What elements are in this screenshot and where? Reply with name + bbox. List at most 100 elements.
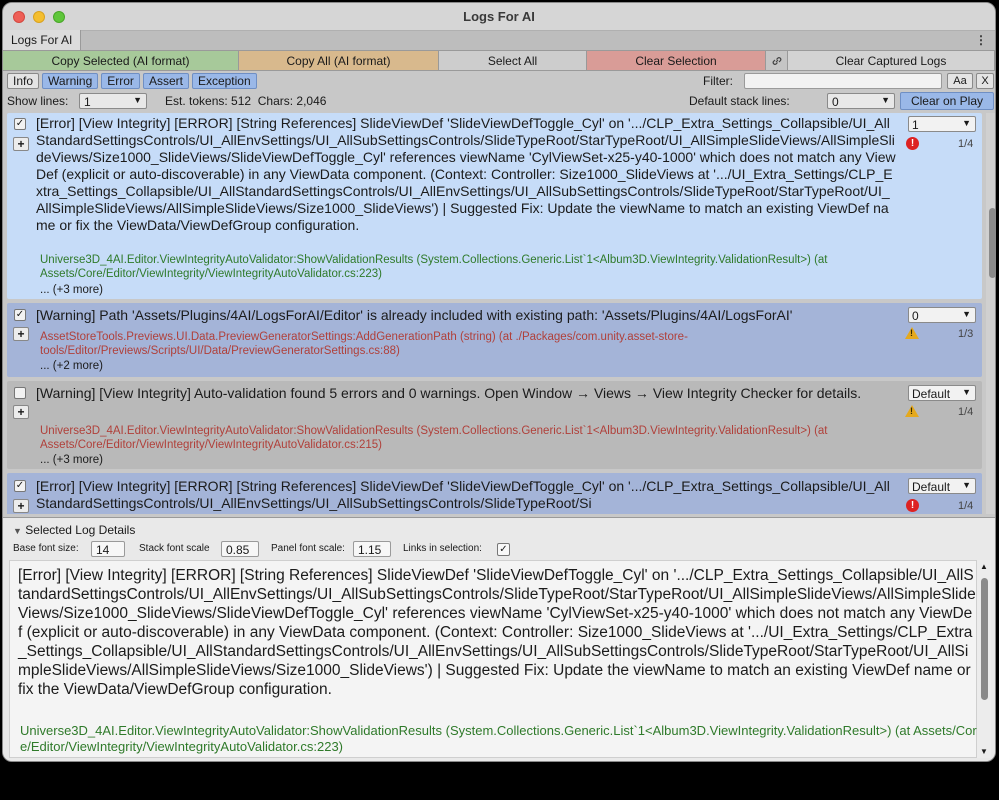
log-message: [Warning] [View Integrity] Auto-validati… bbox=[36, 385, 862, 401]
filter-exception-toggle[interactable]: Exception bbox=[191, 73, 257, 89]
window-controls bbox=[13, 11, 65, 23]
char-count: Chars: 2,046 bbox=[257, 94, 327, 108]
occurrence-count: 1/4 bbox=[958, 406, 974, 418]
clear-filter-button[interactable]: X bbox=[976, 73, 994, 89]
copy-all-button[interactable]: Copy All (AI format) bbox=[239, 51, 439, 70]
stack-lines-dropdown[interactable]: Default ▼ bbox=[908, 385, 976, 401]
chevron-down-icon: ▼ bbox=[133, 95, 142, 105]
stack-lines-value: 1 bbox=[912, 118, 919, 132]
filter-info-toggle[interactable]: Info bbox=[7, 73, 40, 89]
scroll-up-icon[interactable]: ▲ bbox=[980, 562, 988, 571]
stack-lines-value: Default bbox=[912, 480, 951, 494]
clear-on-play-toggle[interactable]: Clear on Play bbox=[900, 92, 994, 110]
filter-input[interactable] bbox=[744, 73, 942, 89]
log-stack-trace[interactable]: AssetStoreTools.Previews.UI.Data.Preview… bbox=[40, 330, 900, 358]
expand-button[interactable]: + bbox=[13, 405, 29, 419]
details-stack-trace[interactable]: Universe3D_4AI.Editor.ViewIntegrityAutoV… bbox=[20, 723, 978, 755]
triangle-down-icon: ▼ bbox=[13, 526, 22, 536]
stack-font-scale-field[interactable]: 0.85 bbox=[221, 541, 259, 557]
kebab-menu-icon[interactable]: ⋮ bbox=[975, 33, 987, 47]
scroll-down-icon[interactable]: ▼ bbox=[980, 747, 988, 756]
close-window-button[interactable] bbox=[13, 11, 25, 23]
warning-icon: ! bbox=[905, 405, 919, 417]
occurrence-count: 1/4 bbox=[958, 500, 974, 512]
scrollbar-thumb[interactable] bbox=[989, 208, 995, 278]
show-lines-dropdown[interactable]: 1 ▼ bbox=[79, 93, 147, 109]
expand-button[interactable]: + bbox=[13, 137, 29, 151]
chevron-down-icon: ▼ bbox=[962, 480, 971, 490]
tab-bar: Logs For AI ⋮ bbox=[3, 30, 995, 51]
log-stack-trace[interactable]: Universe3D_4AI.Editor.ViewIntegrityAutoV… bbox=[40, 424, 900, 452]
stack-font-scale-label: Stack font scale bbox=[139, 543, 210, 554]
log-entry[interactable]: ✓ + [Error] [View Integrity] [ERROR] [St… bbox=[7, 113, 982, 299]
log-message: [Error] [View Integrity] [ERROR] [String… bbox=[36, 115, 896, 233]
log-entry[interactable]: ✓ + [Error] [View Integrity] [ERROR] [St… bbox=[7, 473, 982, 514]
minimize-window-button[interactable] bbox=[33, 11, 45, 23]
error-icon: ! bbox=[906, 137, 919, 150]
filter-error-toggle[interactable]: Error bbox=[101, 73, 140, 89]
more-frames-link[interactable]: ... (+3 more) bbox=[40, 454, 103, 466]
log-select-checkbox[interactable]: ✓ bbox=[14, 118, 26, 130]
log-select-checkbox[interactable]: ✓ bbox=[14, 309, 26, 321]
occurrence-count: 1/4 bbox=[958, 138, 974, 150]
log-stack-trace[interactable]: Universe3D_4AI.Editor.ViewIntegrityAutoV… bbox=[40, 253, 900, 281]
filter-row: Info Warning Error Assert Exception Filt… bbox=[3, 71, 995, 91]
links-in-selection-checkbox[interactable]: ✓ bbox=[497, 543, 510, 556]
log-message: [Warning] Path 'Assets/Plugins/4AI/LogsF… bbox=[36, 307, 793, 323]
chevron-down-icon: ▼ bbox=[962, 387, 971, 397]
base-font-size-field[interactable]: 14 bbox=[91, 541, 125, 557]
details-scrollbar[interactable]: ▲ ▼ bbox=[977, 560, 991, 758]
error-icon: ! bbox=[906, 499, 919, 512]
panel-font-scale-field[interactable]: 1.15 bbox=[353, 541, 391, 557]
details-header: Selected Log Details bbox=[25, 523, 136, 537]
base-font-size-label: Base font size: bbox=[13, 543, 79, 554]
log-entry[interactable]: + [Warning] [View Integrity] Auto-valida… bbox=[7, 381, 982, 469]
copy-selected-button[interactable]: Copy Selected (AI format) bbox=[3, 51, 239, 70]
more-frames-link[interactable]: ... (+3 more) bbox=[40, 284, 103, 296]
more-frames-link[interactable]: ... (+2 more) bbox=[40, 360, 103, 372]
filter-assert-toggle[interactable]: Assert bbox=[142, 73, 189, 89]
default-stack-lines-label: Default stack lines: bbox=[689, 94, 790, 108]
stack-lines-value: Default bbox=[912, 387, 951, 401]
links-in-selection-label: Links in selection: bbox=[403, 543, 482, 554]
details-message[interactable]: [Error] [View Integrity] [ERROR] [String… bbox=[18, 566, 976, 699]
default-stack-lines-value: 0 bbox=[832, 95, 839, 109]
tab-logs-for-ai[interactable]: Logs For AI bbox=[3, 30, 82, 50]
link-icon[interactable] bbox=[766, 51, 788, 70]
occurrence-count: 1/3 bbox=[958, 328, 974, 340]
stack-lines-value: 0 bbox=[912, 309, 919, 323]
action-toolbar: Copy Selected (AI format) Copy All (AI f… bbox=[3, 51, 995, 71]
logs-for-ai-window: Logs For AI Logs For AI ⋮ Copy Selected … bbox=[2, 2, 996, 762]
details-text-area[interactable]: [Error] [View Integrity] [ERROR] [String… bbox=[9, 560, 977, 758]
match-case-button[interactable]: Aa bbox=[947, 73, 973, 89]
panel-font-scale-label: Panel font scale: bbox=[271, 543, 345, 554]
filter-label: Filter: bbox=[703, 74, 733, 88]
log-entry[interactable]: ✓ + [Warning] Path 'Assets/Plugins/4AI/L… bbox=[7, 303, 982, 377]
show-options-row: Show lines: 1 ▼ Est. tokens: 512 Chars: … bbox=[3, 91, 995, 111]
chevron-down-icon: ▼ bbox=[962, 118, 971, 128]
filter-warning-toggle[interactable]: Warning bbox=[42, 73, 99, 89]
show-lines-value: 1 bbox=[84, 95, 91, 109]
scrollbar-thumb[interactable] bbox=[981, 578, 988, 700]
log-list: ✓ + [Error] [View Integrity] [ERROR] [St… bbox=[3, 113, 986, 514]
default-stack-lines-dropdown[interactable]: 0 ▼ bbox=[827, 93, 895, 109]
details-options: Base font size: 14 Stack font scale 0.85… bbox=[13, 540, 993, 560]
log-message: [Error] [View Integrity] [ERROR] [String… bbox=[36, 478, 890, 511]
stack-lines-dropdown[interactable]: 1 ▼ bbox=[908, 116, 976, 132]
token-estimate: Est. tokens: 512 Chars: 2,046 bbox=[165, 94, 327, 108]
details-foldout[interactable]: ▼ Selected Log Details bbox=[13, 523, 135, 537]
stack-lines-dropdown[interactable]: 0 ▼ bbox=[908, 307, 976, 323]
selected-log-details-panel: ▼ Selected Log Details Base font size: 1… bbox=[3, 517, 995, 761]
stack-lines-dropdown[interactable]: Default ▼ bbox=[908, 478, 976, 494]
window-title: Logs For AI bbox=[463, 9, 535, 24]
log-select-checkbox[interactable]: ✓ bbox=[14, 480, 26, 492]
log-select-checkbox[interactable] bbox=[14, 387, 26, 399]
clear-captured-logs-button[interactable]: Clear Captured Logs bbox=[788, 51, 995, 70]
expand-button[interactable]: + bbox=[13, 327, 29, 341]
expand-button[interactable]: + bbox=[13, 499, 29, 513]
clear-selection-button[interactable]: Clear Selection bbox=[587, 51, 766, 70]
log-list-scrollbar[interactable] bbox=[986, 113, 995, 514]
select-all-button[interactable]: Select All bbox=[439, 51, 587, 70]
title-bar[interactable]: Logs For AI bbox=[3, 3, 995, 31]
zoom-window-button[interactable] bbox=[53, 11, 65, 23]
